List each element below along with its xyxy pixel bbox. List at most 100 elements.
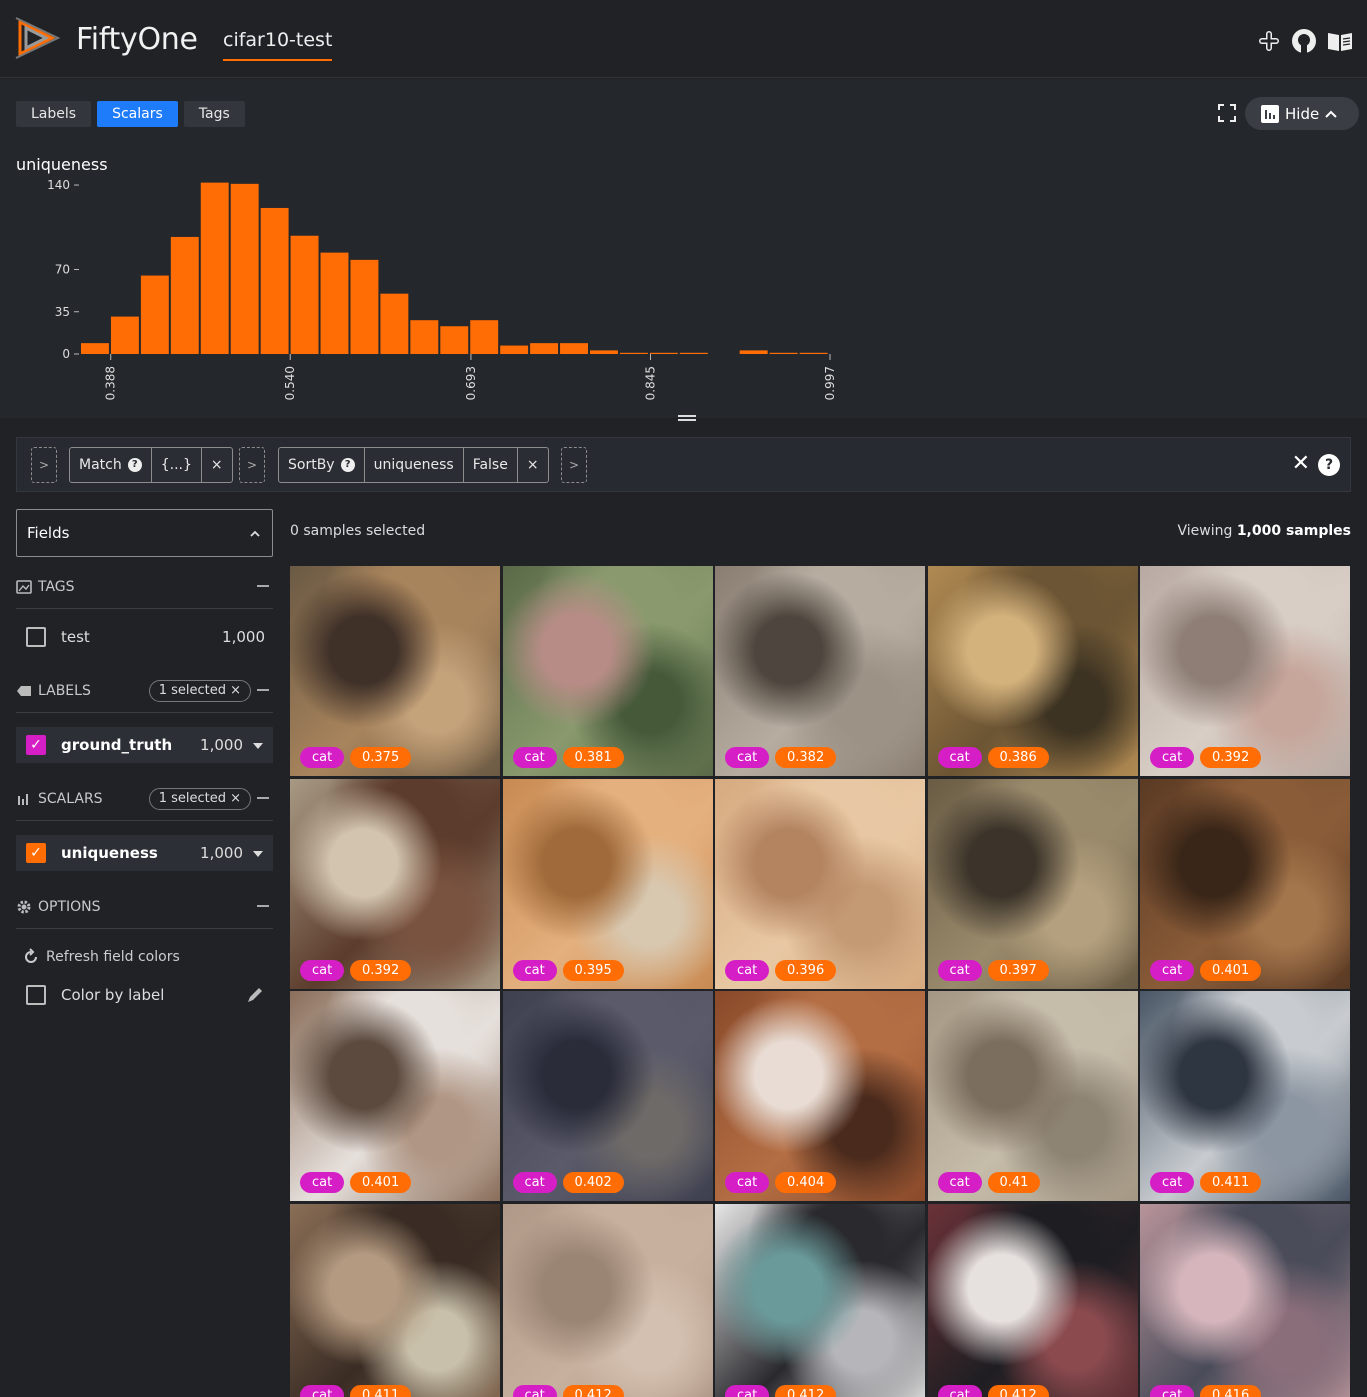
scalar-row-uniqueness[interactable]: ✓ uniqueness 1,000 [16,835,273,871]
collapse-icon[interactable] [257,797,269,799]
sample-tile[interactable]: cat 0.401 [290,991,500,1201]
histogram-bar[interactable] [500,345,529,354]
label-row-ground-truth[interactable]: ✓ ground_truth 1,000 [16,727,273,763]
histogram-bar[interactable] [200,182,229,354]
checkbox-icon[interactable] [26,985,46,1005]
histogram-bar[interactable] [350,259,379,354]
collapse-icon[interactable] [257,585,269,587]
color-by-label-row[interactable]: Color by label [16,977,273,1013]
brand-title[interactable]: FiftyOne [76,22,198,57]
labels-section-header[interactable]: LABELS 1 selected × [16,669,273,713]
sample-tile[interactable]: cat 0.411 [290,1203,500,1397]
sample-tile[interactable]: cat 0.411 [1140,991,1350,1201]
match-stage[interactable]: Match? {...} × [69,447,233,483]
tab-scalars[interactable]: Scalars [97,101,178,127]
sample-tile[interactable]: cat 0.404 [715,991,925,1201]
pencil-icon[interactable] [245,985,265,1005]
hide-plots-button[interactable]: Hide [1245,97,1360,130]
histogram-bar[interactable] [140,275,169,354]
label-badge: cat [300,1384,345,1397]
histogram-bar[interactable] [679,352,708,354]
label-row-count[interactable]: 1,000 [200,736,263,754]
label-badge: cat [937,959,982,981]
histogram-bar[interactable] [81,343,109,354]
add-stage-button[interactable]: > [31,447,57,483]
docs-book-icon[interactable] [1327,29,1353,53]
view-help-icon[interactable]: ? [1318,454,1340,476]
sample-tile[interactable]: cat 0.41 [927,991,1138,1201]
sample-tile[interactable]: cat 0.375 [290,566,500,776]
sample-tile[interactable]: cat 0.382 [715,566,925,776]
fields-dropdown[interactable]: Fields [16,509,273,557]
sample-tile[interactable]: cat 0.412 [927,1203,1138,1397]
histogram-bar[interactable] [470,320,499,354]
options-section-header[interactable]: OPTIONS [16,885,273,929]
sample-image [927,991,1138,1201]
sample-tile[interactable]: cat 0.416 [1140,1203,1350,1397]
remove-match-stage-button[interactable]: × [202,448,232,482]
sample-tile[interactable]: cat 0.412 [715,1203,925,1397]
fiftyone-logo-icon[interactable] [14,14,62,62]
histogram-bar[interactable] [260,207,289,354]
scalar-row-count[interactable]: 1,000 [200,844,263,862]
sample-tile[interactable]: cat 0.392 [290,778,500,989]
histogram-bar[interactable] [560,343,588,354]
histogram-bar[interactable] [110,316,139,354]
remove-sortby-stage-button[interactable]: × [518,448,548,482]
help-icon[interactable]: ? [340,458,355,472]
sample-tile[interactable]: cat 0.381 [502,566,713,776]
sample-tile[interactable]: cat 0.396 [715,778,925,989]
uniqueness-badge: 0.395 [562,959,624,981]
sample-tile[interactable]: cat 0.401 [1140,778,1350,989]
collapse-icon[interactable] [257,689,269,691]
histogram-bar[interactable] [170,236,199,354]
sortby-field-param[interactable]: uniqueness [365,448,464,482]
tag-row-test[interactable]: test 1,000 [16,619,273,655]
match-stage-param[interactable]: {...} [152,448,202,482]
slack-icon[interactable] [1257,29,1281,53]
scalars-section-header[interactable]: SCALARS 1 selected × [16,777,273,821]
histogram-bar[interactable] [230,183,259,354]
histogram-bar[interactable] [619,352,648,354]
checkbox-icon[interactable] [26,627,46,647]
uniqueness-badge: 0.411 [1200,1172,1262,1193]
checkbox-checked-icon[interactable]: ✓ [26,843,46,863]
checkbox-checked-icon[interactable]: ✓ [26,735,46,755]
histogram-bar[interactable] [799,352,828,354]
refresh-colors-row[interactable]: Refresh field colors [16,939,273,975]
sample-tile[interactable]: cat 0.392 [1140,566,1350,776]
histogram-bar[interactable] [649,352,678,354]
tab-labels[interactable]: Labels [16,101,92,127]
histogram-bar[interactable] [769,352,798,354]
add-stage-button[interactable]: > [239,447,265,483]
clear-view-icon[interactable]: ✕ [1292,453,1310,475]
histogram-bar[interactable] [320,252,349,354]
expand-icon[interactable] [1218,104,1236,122]
histogram-bar[interactable] [530,343,559,354]
histogram-bar[interactable] [380,293,409,354]
add-stage-button[interactable]: > [561,447,587,483]
help-icon[interactable]: ? [127,458,142,472]
sample-tile[interactable]: cat 0.397 [927,778,1138,989]
tab-tags[interactable]: Tags [183,101,245,127]
sample-tile[interactable]: cat 0.395 [502,778,713,989]
label-badge: cat [1150,959,1195,981]
histogram-bar[interactable] [290,235,319,354]
histogram-bar[interactable] [739,350,768,354]
github-icon[interactable] [1291,28,1317,54]
sortby-stage[interactable]: SortBy? uniqueness False × [278,447,549,483]
sample-tile[interactable]: cat 0.412 [502,1203,713,1397]
scalars-selected-pill[interactable]: 1 selected × [148,788,251,810]
sortby-reverse-param[interactable]: False [464,448,518,482]
sample-tile[interactable]: cat 0.386 [927,566,1138,776]
collapse-icon[interactable] [257,905,269,907]
labels-selected-pill[interactable]: 1 selected × [148,680,251,702]
dataset-selector[interactable]: cifar10-test [223,29,333,61]
panel-resize-handle[interactable] [678,415,696,421]
histogram-bar[interactable] [410,320,439,354]
histogram-bar[interactable] [589,350,618,354]
histogram-bar[interactable] [440,326,469,354]
sample-tile[interactable]: cat 0.402 [502,991,713,1201]
tags-section-header[interactable]: TAGS [16,565,273,609]
sample-image [502,1203,713,1397]
